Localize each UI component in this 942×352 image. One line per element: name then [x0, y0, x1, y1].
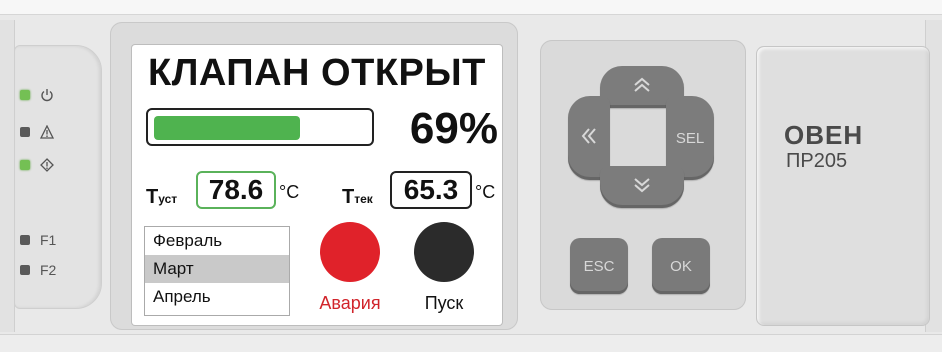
start-label: Пуск: [424, 293, 464, 313]
device-top-edge: [0, 0, 942, 15]
power-led: [20, 90, 30, 100]
t-cur-unit: °C: [475, 182, 496, 202]
sel-label: SEL: [675, 129, 705, 147]
power-icon: [40, 88, 54, 102]
run-led: [20, 160, 30, 170]
f2-led: [20, 265, 30, 275]
f2-label: F2: [40, 262, 57, 278]
t-cur-value: 65.3: [390, 171, 472, 209]
diamond-icon: [40, 158, 54, 172]
indicator-run: [20, 158, 54, 172]
month-list[interactable]: Февраль Март Апрель: [144, 226, 290, 316]
valve-status-title: КЛАПАН ОТКРЫТ: [148, 52, 486, 94]
indicator-warning: [20, 125, 54, 139]
list-item-month-selected[interactable]: Март: [145, 255, 289, 283]
warning-icon: [40, 125, 54, 139]
left-double-chevron-icon: [581, 127, 597, 149]
f1-led: [20, 235, 30, 245]
device-body: F1 F2 КЛАПАН ОТКРЫТ 69% Tуст 78.6 °C Tте…: [0, 0, 942, 352]
list-item-month[interactable]: Февраль: [145, 227, 289, 255]
up-double-chevron-icon: [633, 77, 651, 97]
start-button[interactable]: [414, 222, 474, 282]
t-set-unit: °C: [279, 182, 300, 202]
left-rail: [0, 20, 15, 332]
down-double-chevron-icon: [633, 177, 651, 197]
indicator-power: [20, 88, 54, 102]
brand-logo: ОВЕН: [784, 120, 864, 150]
f1-label: F1: [40, 232, 57, 248]
valve-percent: 69%: [409, 104, 498, 153]
t-set-value[interactable]: 78.6: [196, 171, 276, 209]
ok-label: OK: [670, 257, 692, 275]
esc-label: ESC: [583, 257, 615, 275]
down-button[interactable]: [600, 166, 684, 208]
esc-button[interactable]: ESC: [570, 238, 628, 294]
indicator-f2: F2: [20, 262, 56, 278]
valve-progress-bar: [146, 108, 374, 146]
alarm-label: Авария: [319, 293, 381, 313]
ok-button[interactable]: OK: [652, 238, 710, 294]
warning-led: [20, 127, 30, 137]
indicator-f1: F1: [20, 232, 56, 248]
list-item-month[interactable]: Апрель: [145, 283, 289, 311]
device-bottom-edge: [0, 334, 942, 352]
alarm-button[interactable]: [320, 222, 380, 282]
t-set-label: Tуст: [146, 186, 178, 208]
front-cover: [756, 46, 930, 326]
valve-progress-fill: [154, 116, 300, 140]
model-label: ПР205: [786, 150, 848, 172]
t-cur-label: Tтек: [342, 186, 373, 208]
